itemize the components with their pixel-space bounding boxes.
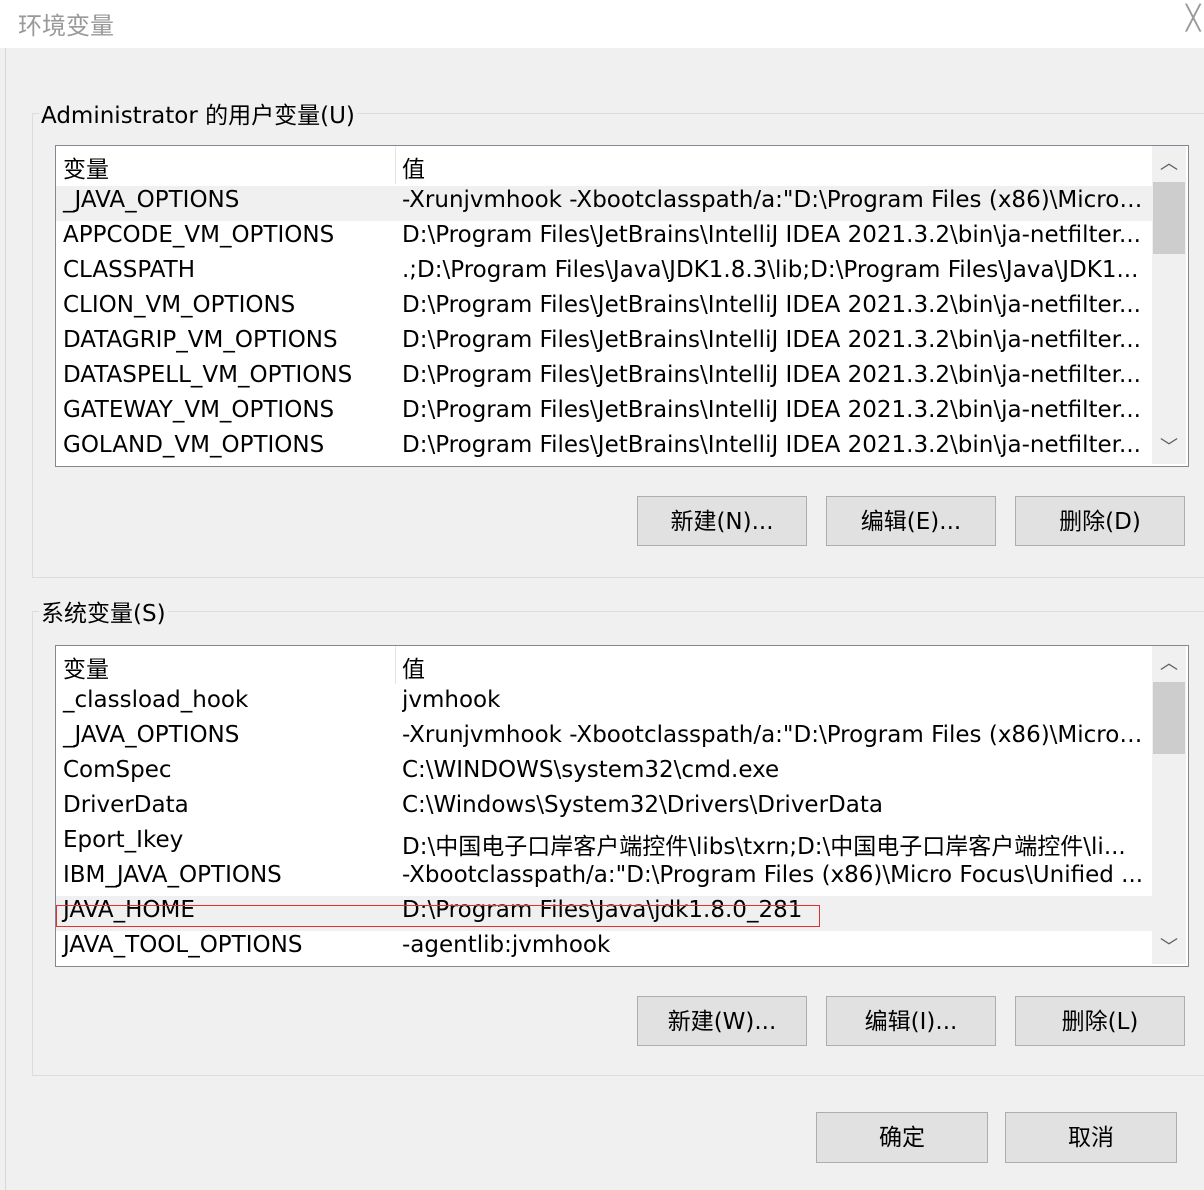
scroll-thumb[interactable] — [1153, 682, 1185, 754]
scroll-down-icon[interactable]: ﹀ — [1152, 932, 1186, 964]
column-header-variable[interactable]: 变量 — [63, 150, 109, 184]
ok-button[interactable]: 确定 — [816, 1112, 988, 1163]
scroll-thumb[interactable] — [1153, 182, 1185, 254]
variable-name: DriverData — [63, 792, 189, 818]
variable-value: D:\中国电子口岸客户端控件\libs\txrn;D:\中国电子口岸客户端控件\… — [402, 834, 1126, 860]
variable-name: _classload_hook — [63, 687, 249, 713]
column-header-value[interactable]: 值 — [402, 650, 425, 684]
scroll-up-icon[interactable]: ︿ — [1152, 148, 1186, 180]
variable-name: GATEWAY_VM_OPTIONS — [63, 397, 335, 423]
variable-name: IBM_JAVA_OPTIONS — [63, 862, 282, 888]
variable-value: D:\Program Files\JetBrains\IntelliJ IDEA… — [402, 327, 1141, 353]
variable-value: -Xrunjvmhook -Xbootclasspath/a:"D:\Progr… — [402, 722, 1147, 748]
annotation-highlight-box — [56, 905, 820, 927]
list-item[interactable]: Eport_Ikey D:\中国电子口岸客户端控件\libs\txrn;D:\中… — [56, 826, 1152, 861]
variable-name: APPCODE_VM_OPTIONS — [63, 222, 335, 248]
variable-value: D:\Program Files\JetBrains\IntelliJ IDEA… — [402, 222, 1141, 248]
user-variables-list[interactable]: 变量 值 _JAVA_OPTIONS -Xrunjvmhook -Xbootcl… — [55, 145, 1189, 467]
variable-name: CLASSPATH — [63, 257, 196, 283]
user-delete-button[interactable]: 删除(D) — [1015, 496, 1185, 546]
list-item[interactable]: JAVA_TOOL_OPTIONS -agentlib:jvmhook — [56, 931, 1152, 966]
variable-value: D:\Program Files\JetBrains\IntelliJ IDEA… — [402, 397, 1141, 423]
system-delete-button[interactable]: 删除(L) — [1015, 996, 1185, 1046]
column-separator[interactable] — [395, 146, 396, 184]
system-edit-button[interactable]: 编辑(I)... — [826, 996, 996, 1046]
variable-name: _JAVA_OPTIONS — [63, 187, 240, 213]
variable-name: GOLAND_VM_OPTIONS — [63, 432, 325, 458]
variable-value: C:\Windows\System32\Drivers\DriverData — [402, 792, 883, 818]
variable-value: C:\WINDOWS\system32\cmd.exe — [402, 757, 780, 783]
close-icon[interactable]: ╳ — [1186, 6, 1200, 30]
user-variables-title: Administrator 的用户变量(U) — [41, 103, 355, 129]
list-item[interactable]: DATASPELL_VM_OPTIONS D:\Program Files\Je… — [56, 361, 1152, 396]
column-header-variable[interactable]: 变量 — [63, 650, 109, 684]
window-edge — [0, 48, 6, 1190]
system-variables-title: 系统变量(S) — [41, 601, 166, 627]
cancel-button[interactable]: 取消 — [1005, 1112, 1177, 1163]
list-item[interactable]: GATEWAY_VM_OPTIONS D:\Program Files\JetB… — [56, 396, 1152, 431]
variable-name: DATAGRIP_VM_OPTIONS — [63, 327, 338, 353]
list-item[interactable]: DATAGRIP_VM_OPTIONS D:\Program Files\Jet… — [56, 326, 1152, 361]
list-item[interactable]: IBM_JAVA_OPTIONS -Xbootclasspath/a:"D:\P… — [56, 861, 1152, 896]
list-item[interactable]: GOLAND_VM_OPTIONS D:\Program Files\JetBr… — [56, 431, 1152, 466]
variable-name: Eport_Ikey — [63, 827, 184, 853]
list-item[interactable]: CLION_VM_OPTIONS D:\Program Files\JetBra… — [56, 291, 1152, 326]
variable-name: _JAVA_OPTIONS — [63, 722, 240, 748]
user-edit-button[interactable]: 编辑(E)... — [826, 496, 996, 546]
user-new-button[interactable]: 新建(N)... — [637, 496, 807, 546]
list-item[interactable]: DriverData C:\Windows\System32\Drivers\D… — [56, 791, 1152, 826]
list-item[interactable]: _JAVA_OPTIONS -Xrunjvmhook -Xbootclasspa… — [56, 186, 1152, 221]
variable-name: JAVA_TOOL_OPTIONS — [63, 932, 303, 958]
list-item[interactable]: _classload_hook jvmhook — [56, 686, 1152, 721]
variable-value: D:\Program Files\JetBrains\IntelliJ IDEA… — [402, 292, 1141, 318]
column-separator[interactable] — [395, 646, 396, 684]
scroll-up-icon[interactable]: ︿ — [1152, 648, 1186, 680]
window-title: 环境变量 — [18, 12, 114, 40]
list-item[interactable]: ComSpec C:\WINDOWS\system32\cmd.exe — [56, 756, 1152, 791]
variable-name: ComSpec — [63, 757, 172, 783]
system-new-button[interactable]: 新建(W)... — [637, 996, 807, 1046]
list-header: 变量 值 — [56, 146, 1152, 184]
title-bar: 环境变量 ╳ — [0, 0, 1204, 48]
variable-value: -Xrunjvmhook -Xbootclasspath/a:"D:\Progr… — [402, 187, 1147, 213]
column-header-value[interactable]: 值 — [402, 150, 425, 184]
variable-value: -agentlib:jvmhook — [402, 932, 611, 958]
list-item[interactable]: _JAVA_OPTIONS -Xrunjvmhook -Xbootclasspa… — [56, 721, 1152, 756]
list-item[interactable]: CLASSPATH .;D:\Program Files\Java\JDK1.8… — [56, 256, 1152, 291]
variable-value: D:\Program Files\JetBrains\IntelliJ IDEA… — [402, 432, 1141, 458]
variable-value: D:\Program Files\JetBrains\IntelliJ IDEA… — [402, 362, 1141, 388]
variable-value: -Xbootclasspath/a:"D:\Program Files (x86… — [402, 862, 1144, 888]
list-header: 变量 值 — [56, 646, 1152, 684]
variable-name: DATASPELL_VM_OPTIONS — [63, 362, 353, 388]
variable-value: jvmhook — [402, 687, 501, 713]
scroll-down-icon[interactable]: ﹀ — [1152, 432, 1186, 464]
list-item[interactable]: APPCODE_VM_OPTIONS D:\Program Files\JetB… — [56, 221, 1152, 256]
vertical-scrollbar[interactable]: ︿ ﹀ — [1152, 146, 1186, 464]
vertical-scrollbar[interactable]: ︿ ﹀ — [1152, 646, 1186, 964]
variable-value: .;D:\Program Files\Java\JDK1.8.3\lib;D:\… — [402, 257, 1139, 283]
variable-name: CLION_VM_OPTIONS — [63, 292, 296, 318]
